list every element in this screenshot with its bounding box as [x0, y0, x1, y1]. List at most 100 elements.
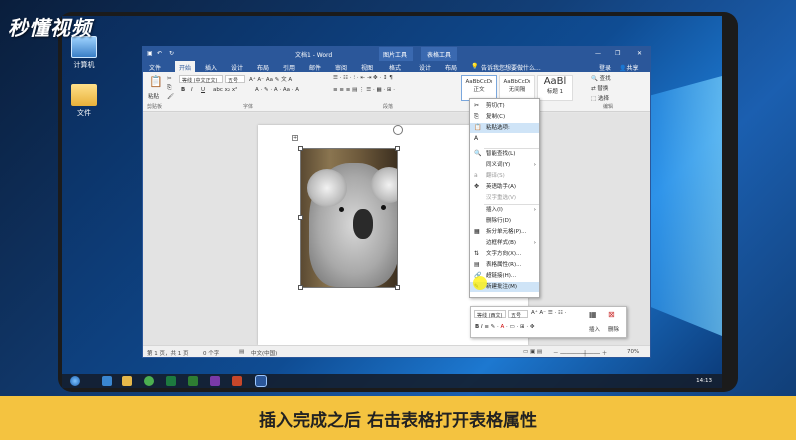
context-menu-item[interactable]: 📋 粘贴选项:	[470, 123, 539, 133]
replace-label: 替换	[597, 86, 609, 92]
rotate-handle-icon[interactable]	[393, 125, 403, 135]
align-icons[interactable]: ≡ ≡ ≡ ▤ ⋮ ☰ · ▦ · ⊞ ·	[333, 87, 395, 93]
context-menu-item[interactable]: 插入(I) ›	[470, 205, 539, 215]
mini-font-name[interactable]: 等线 (西文)	[474, 310, 506, 319]
zoom-level[interactable]: 70%	[627, 349, 639, 355]
tab-layout[interactable]: 布局	[257, 63, 269, 72]
undo-icon[interactable]: ↶	[157, 50, 162, 57]
text-effects-icon[interactable]: A · ✎ · A · Aa · A	[255, 87, 299, 93]
sign-in-link[interactable]: 登录	[599, 63, 611, 72]
start-button-icon[interactable]	[70, 376, 80, 386]
tab-format[interactable]: 格式	[389, 63, 401, 72]
context-menu-item[interactable]: a 翻译(S)	[470, 171, 539, 181]
desktop-icon-label: 文件	[77, 109, 91, 117]
excel-taskbar-icon-2[interactable]	[188, 376, 198, 386]
resize-handle[interactable]	[298, 285, 303, 290]
context-menu-label: 剪切(T)	[486, 103, 505, 109]
view-mode-icons[interactable]: ▭ ▣ ▤	[523, 349, 542, 355]
tab-home[interactable]: 开始	[175, 61, 196, 72]
format-painter-icon[interactable]: 🖌	[167, 94, 174, 100]
paste-icon[interactable]: 📋	[149, 75, 163, 88]
replace-button[interactable]: ⇄ 替换	[591, 84, 608, 92]
tab-table-layout[interactable]: 布局	[445, 63, 457, 72]
tab-references[interactable]: 引用	[283, 63, 295, 72]
status-page[interactable]: 第 1 页，共 1 页	[147, 349, 189, 357]
folder-taskbar-icon[interactable]	[122, 376, 132, 386]
zoom-slider[interactable]: － ───────┼──── ＋	[553, 349, 607, 357]
onenote-taskbar-icon[interactable]	[210, 376, 220, 386]
context-menu-item[interactable]: ⇅ 文字方向(X)...	[470, 249, 539, 259]
resize-handle[interactable]	[395, 146, 400, 151]
status-language[interactable]: 中文(中国)	[251, 349, 277, 357]
koala-eye	[381, 205, 386, 210]
context-menu-label: 翻译(S)	[486, 173, 505, 179]
tab-insert[interactable]: 插入	[205, 63, 217, 72]
context-menu-item[interactable]: ✥ 英语助手(A)	[470, 182, 539, 192]
table-move-handle-icon[interactable]: +	[292, 135, 298, 141]
context-menu-item[interactable]: 🔍 智能查找(L)	[470, 149, 539, 159]
mini-font-size[interactable]: 五号	[508, 310, 528, 319]
context-menu-item[interactable]: ⎘ 复制(C)	[470, 112, 539, 122]
maximize-icon[interactable]: ❐	[615, 50, 620, 57]
cut-icon[interactable]: ✂	[167, 76, 172, 82]
mini-font-tools-icon[interactable]: A⁺ A⁻ ☰ · ☷ ·	[531, 310, 566, 316]
share-label: 共享	[626, 65, 639, 72]
share-button[interactable]: 👤共享	[619, 63, 639, 72]
group-clipboard-label: 剪贴板	[147, 104, 163, 110]
font-effects-icon[interactable]: abc x₂ x²	[213, 87, 237, 93]
proofing-icon[interactable]: ▤	[239, 349, 244, 355]
koala-image[interactable]	[300, 148, 398, 288]
mini-format-icons[interactable]: B I ≡ ✎ · A · ▭ · ⊞ · ✥	[475, 324, 534, 330]
status-words[interactable]: 0 个字	[203, 349, 219, 357]
bold-icon[interactable]: B	[181, 87, 185, 93]
style-heading-1[interactable]: AaBl 标题 1	[537, 75, 573, 101]
window-title: 文档1 - Word	[295, 52, 333, 59]
tab-mailings[interactable]: 邮件	[309, 63, 321, 72]
mini-delete-label[interactable]: 删除	[608, 325, 619, 333]
context-menu-item[interactable]: A	[470, 134, 539, 144]
save-icon[interactable]: ▣	[147, 50, 153, 57]
context-menu-label: 复制(C)	[486, 114, 506, 120]
font-name-select[interactable]: 等线 (中文正文)	[179, 75, 223, 84]
find-button[interactable]: 🔍 查找	[591, 74, 611, 82]
tab-table-design[interactable]: 设计	[419, 63, 431, 72]
grow-font-icon[interactable]: A⁺ A⁻ Aa ✎ 文 A	[249, 75, 292, 83]
redo-icon[interactable]: ↻	[169, 50, 174, 57]
powerpoint-taskbar-icon[interactable]	[232, 376, 242, 386]
word-taskbar-icon[interactable]	[255, 375, 267, 387]
resize-handle[interactable]	[395, 285, 400, 290]
resize-handle[interactable]	[298, 146, 303, 151]
tell-me-input[interactable]: 告诉我您想要做什么...	[481, 63, 541, 72]
mini-delete-icon[interactable]: ⊠	[608, 310, 615, 319]
context-menu-item[interactable]: 同义词(Y) ›	[470, 160, 539, 170]
desktop-icon-computer[interactable]: 计算机	[62, 36, 106, 70]
mini-toolbar: 等线 (西文) 五号 A⁺ A⁻ ☰ · ☷ · B I ≡ ✎ · A · ▭…	[470, 306, 627, 338]
minimize-icon[interactable]: —	[595, 50, 601, 57]
browser-taskbar-icon[interactable]	[144, 376, 154, 386]
close-icon[interactable]: ✕	[637, 50, 642, 57]
tab-view[interactable]: 视图	[361, 63, 373, 72]
context-menu-item[interactable]: 删除行(D)	[470, 216, 539, 226]
explorer-taskbar-icon[interactable]	[102, 376, 112, 386]
context-menu-item[interactable]: 汉字重选(V)	[470, 193, 539, 203]
excel-taskbar-icon[interactable]	[166, 376, 176, 386]
underline-icon[interactable]: U	[201, 87, 205, 93]
context-menu-item[interactable]: ▦ 拆分单元格(P)...	[470, 227, 539, 237]
italic-icon[interactable]: I	[191, 87, 193, 93]
context-menu-item[interactable]: ▤ 表格属性(R)...	[470, 260, 539, 270]
mini-insert-icon[interactable]: ▦	[589, 310, 597, 319]
resize-handle[interactable]	[298, 215, 303, 220]
tab-design[interactable]: 设计	[231, 63, 243, 72]
mini-insert-label[interactable]: 插入	[589, 325, 600, 333]
desktop-icon-folder[interactable]: 文件	[62, 84, 106, 118]
tab-review[interactable]: 审阅	[335, 63, 347, 72]
paste-label[interactable]: 粘贴	[148, 92, 159, 100]
copy-icon[interactable]: ⎘	[167, 85, 171, 92]
font-size-select[interactable]: 五号	[225, 75, 245, 84]
table-tools-label: 表格工具	[427, 52, 452, 59]
tab-file[interactable]: 文件	[149, 63, 161, 72]
list-icons[interactable]: ☰ · ☷ · ⁝ · ⇤ ⇥ ✥ · ↕ ¶	[333, 75, 393, 81]
select-button[interactable]: ⬚ 选择	[591, 94, 609, 102]
context-menu-item[interactable]: 边框样式(B) ›	[470, 238, 539, 248]
context-menu-item[interactable]: ✂ 剪切(T)	[470, 101, 539, 111]
